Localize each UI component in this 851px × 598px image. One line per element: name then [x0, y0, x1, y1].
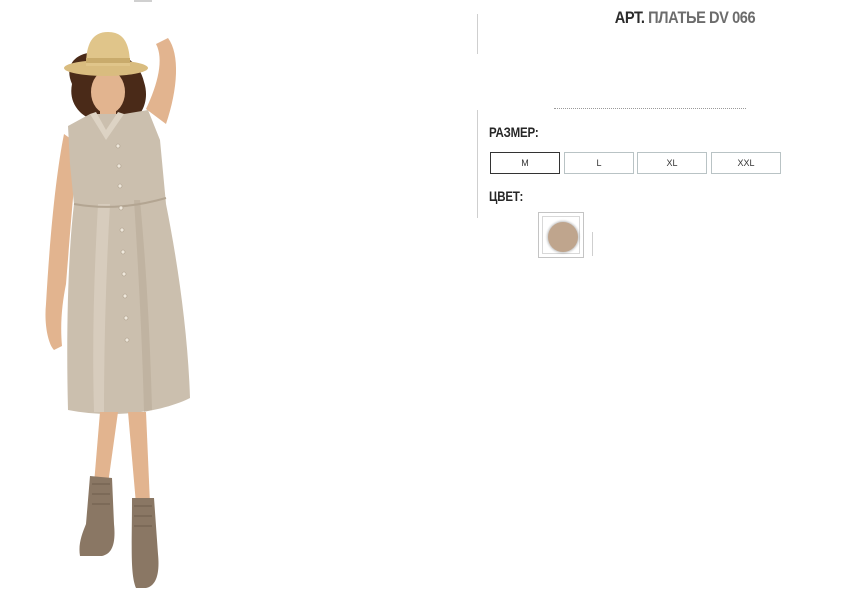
swatch-divider: [592, 232, 593, 256]
top-divider: [134, 0, 152, 2]
article-label: АРТ.: [614, 8, 645, 27]
product-photo[interactable]: [28, 14, 218, 598]
column-divider: [477, 110, 478, 218]
column-divider: [477, 14, 478, 54]
size-option-l[interactable]: L: [564, 152, 634, 174]
size-option-xxl[interactable]: XXL: [711, 152, 781, 174]
dotted-divider: [554, 108, 746, 109]
article-value: ПЛАТЬЕ DV 066: [648, 8, 756, 27]
product-article: АРТ. ПЛАТЬЕ DV 066: [578, 8, 793, 28]
size-label: РАЗМЕР:: [489, 124, 539, 140]
color-swatch-dot: [548, 222, 578, 252]
dress-model-image: [45, 32, 190, 588]
size-option-xl[interactable]: XL: [637, 152, 707, 174]
color-label: ЦВЕТ:: [489, 188, 524, 204]
color-swatch[interactable]: [538, 212, 584, 258]
size-option-m[interactable]: M: [490, 152, 560, 174]
color-swatch-inner: [542, 216, 580, 254]
